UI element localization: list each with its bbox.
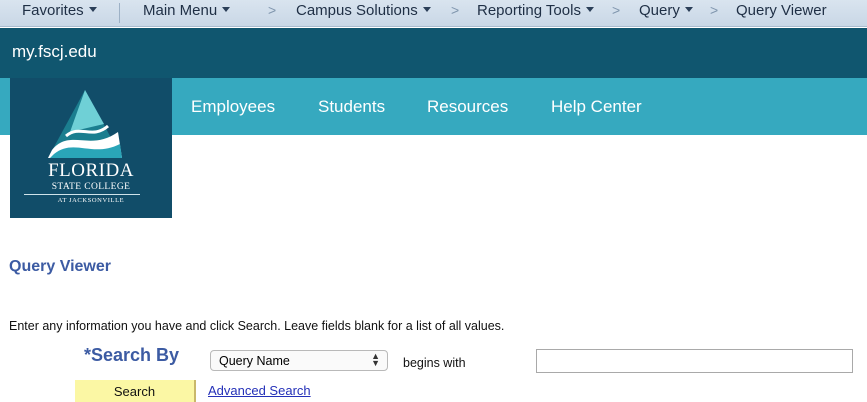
logo-line-state-college: STATE COLLEGE [51, 182, 131, 192]
search-operator-label: begins with [403, 356, 466, 370]
search-field-selected-value: Query Name [219, 354, 290, 368]
nav-item-resources[interactable]: Resources [427, 97, 508, 117]
favorites-label: Favorites [22, 2, 84, 19]
page-title: Query Viewer [9, 258, 111, 275]
breadcrumb-query[interactable]: Query [639, 2, 693, 19]
triangle-wave-logo-icon [48, 90, 122, 158]
chevron-down-icon [585, 7, 594, 12]
breadcrumb-separator-icon: > [451, 2, 460, 18]
site-title[interactable]: my.fscj.edu [12, 42, 97, 62]
chevron-down-icon [684, 7, 693, 12]
search-instructions: Enter any information you have and click… [9, 319, 505, 333]
college-logo[interactable]: FLORIDA STATE COLLEGE AT JACKSONVILLE [10, 78, 172, 218]
breadcrumb-separator-icon: > [710, 2, 719, 18]
main-menu[interactable]: Main Menu [143, 2, 231, 19]
breadcrumb-query-viewer[interactable]: Query Viewer [736, 2, 827, 19]
breadcrumb-campus-solutions[interactable]: Campus Solutions [296, 2, 431, 19]
topbar-divider [119, 3, 120, 23]
advanced-search-link[interactable]: Advanced Search [208, 383, 311, 398]
search-button[interactable]: Search [75, 380, 196, 402]
breadcrumb-label: Reporting Tools [477, 2, 581, 19]
search-field-select[interactable]: Query Name ▲ ▼ [210, 350, 388, 371]
main-menu-label: Main Menu [143, 2, 218, 19]
breadcrumb-separator-icon: > [268, 2, 277, 18]
nav-item-employees[interactable]: Employees [191, 97, 275, 117]
breadcrumb-label: Campus Solutions [296, 2, 418, 19]
breadcrumb-separator-icon: > [612, 2, 621, 18]
logo-line-jacksonville: AT JACKSONVILLE [57, 197, 125, 204]
top-navigation-bar: Favorites Main Menu > Campus Solutions >… [0, 0, 867, 27]
logo-divider [24, 194, 140, 195]
chevron-down-icon [422, 7, 431, 12]
select-updown-arrows-icon: ▲ ▼ [371, 351, 380, 368]
chevron-down-icon [222, 7, 231, 12]
breadcrumb-reporting-tools[interactable]: Reporting Tools [477, 2, 594, 19]
search-by-label: *Search By [84, 345, 180, 365]
nav-item-students[interactable]: Students [318, 97, 385, 117]
site-header: my.fscj.edu [0, 28, 867, 78]
nav-item-help-center[interactable]: Help Center [551, 97, 642, 117]
breadcrumb-label: Query [639, 2, 680, 19]
logo-line-florida: FLORIDA [48, 160, 134, 181]
chevron-down-icon [88, 7, 97, 12]
favorites-menu[interactable]: Favorites [22, 2, 97, 19]
search-value-input[interactable] [536, 349, 853, 373]
